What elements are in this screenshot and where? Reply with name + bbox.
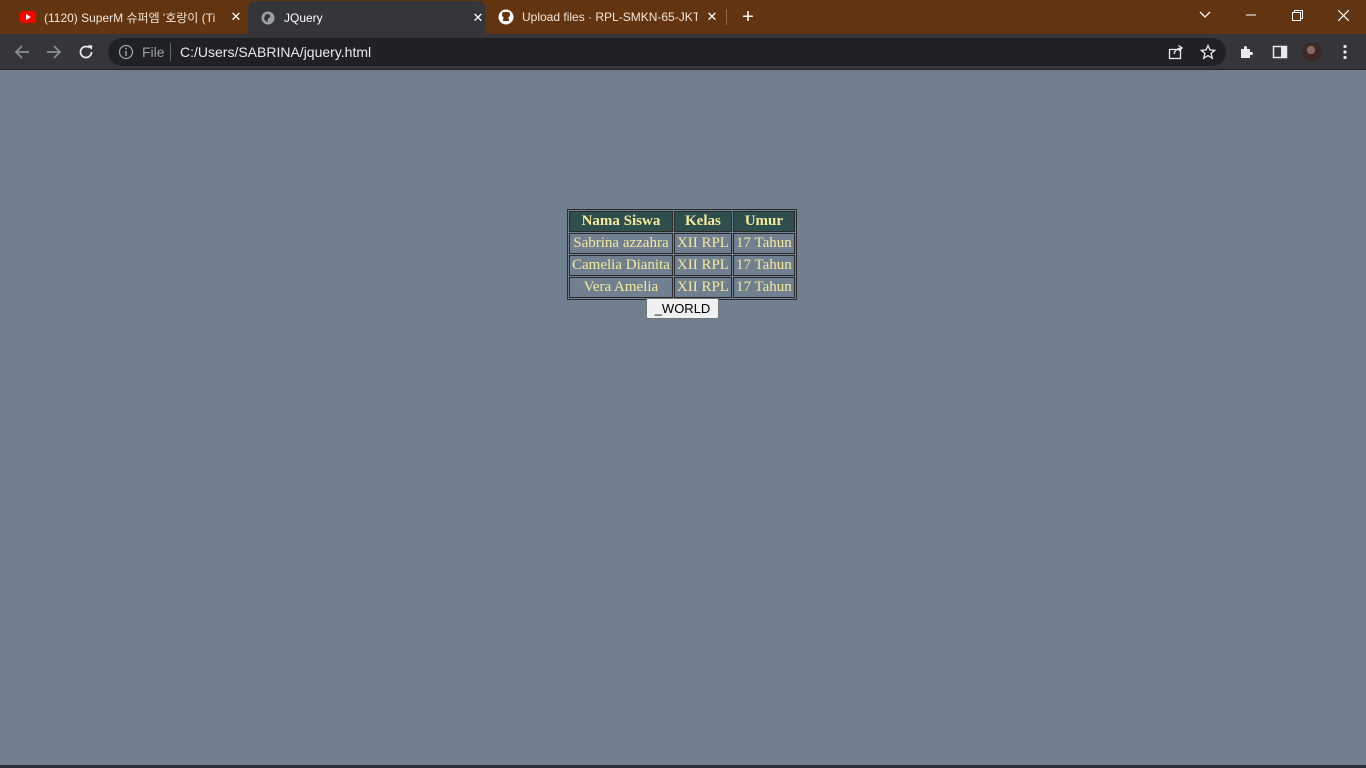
github-icon	[498, 9, 514, 25]
table-row: Camelia Dianita XII RPL 17 Tahun	[569, 255, 795, 276]
cell-nama-siswa: Camelia Dianita	[569, 255, 673, 276]
cell-kelas: XII RPL	[673, 233, 732, 254]
reload-icon[interactable]	[72, 38, 100, 66]
side-panel-icon[interactable]	[1271, 43, 1289, 61]
cell-nama-siswa: Sabrina azzahra	[569, 233, 673, 254]
profile-avatar[interactable]	[1302, 42, 1322, 62]
cell-umur: 17 Tahun	[732, 277, 795, 298]
tab-youtube[interactable]: (1120) SuperM 슈퍼엠 '호랑이 (Ti ✕	[20, 0, 244, 34]
table-row: Vera Amelia XII RPL 17 Tahun	[569, 277, 795, 298]
scheme-label: File	[142, 44, 165, 60]
world-button[interactable]: _WORLD	[646, 298, 719, 319]
cell-kelas: XII RPL	[673, 277, 732, 298]
address-divider	[170, 43, 171, 61]
close-icon[interactable]: ✕	[704, 9, 720, 25]
extensions-icon[interactable]	[1238, 43, 1256, 61]
tab-divider	[726, 9, 727, 25]
column-header-umur: Umur	[732, 211, 795, 232]
minimize-icon[interactable]	[1228, 0, 1274, 30]
info-icon[interactable]	[118, 44, 134, 60]
globe-icon	[260, 10, 276, 26]
more-menu-icon[interactable]	[1336, 43, 1354, 61]
tab-jquery[interactable]: JQuery ✕	[248, 1, 486, 34]
bookmark-star-icon[interactable]	[1199, 43, 1217, 61]
youtube-icon	[20, 9, 36, 25]
cell-umur: 17 Tahun	[732, 255, 795, 276]
tab-title: Upload files · RPL-SMKN-65-JKT/	[522, 10, 698, 24]
restore-icon[interactable]	[1274, 0, 1320, 30]
forward-arrow-icon[interactable]	[40, 38, 68, 66]
back-arrow-icon[interactable]	[8, 38, 36, 66]
tab-github[interactable]: Upload files · RPL-SMKN-65-JKT/ ✕	[498, 0, 720, 34]
close-icon[interactable]: ✕	[228, 9, 244, 25]
cell-nama-siswa: Vera Amelia	[569, 277, 673, 298]
close-window-icon[interactable]	[1320, 0, 1366, 30]
column-header-kelas: Kelas	[673, 211, 732, 232]
close-icon[interactable]: ✕	[470, 10, 486, 26]
student-table: Nama Siswa Kelas Umur Sabrina azzahra XI…	[567, 209, 797, 300]
table-row: Sabrina azzahra XII RPL 17 Tahun	[569, 233, 795, 254]
tab-title: JQuery	[284, 10, 323, 25]
cell-kelas: XII RPL	[673, 255, 732, 276]
url-text[interactable]: C:/Users/SABRINA/jquery.html	[180, 44, 371, 60]
new-tab-button[interactable]: +	[737, 6, 759, 28]
table-header-row: Nama Siswa Kelas Umur	[569, 211, 795, 232]
column-header-nama-siswa: Nama Siswa	[569, 211, 673, 232]
tab-title: (1120) SuperM 슈퍼엠 '호랑이 (Ti	[44, 10, 216, 25]
tab-search-icon[interactable]	[1182, 0, 1228, 30]
share-icon[interactable]	[1167, 43, 1185, 61]
tab-strip: (1120) SuperM 슈퍼엠 '호랑이 (Ti ✕ JQuery ✕ Up…	[0, 0, 1366, 34]
cell-umur: 17 Tahun	[732, 233, 795, 254]
